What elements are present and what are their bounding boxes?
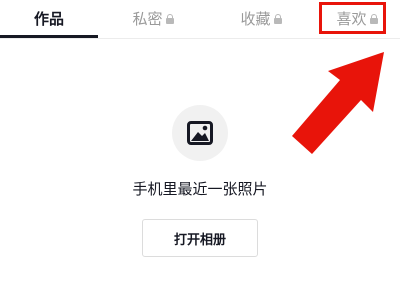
empty-state-message: 手机里最近一张照片 (132, 180, 268, 198)
photo-icon-circle (172, 105, 228, 161)
image-icon (187, 121, 213, 145)
open-album-button[interactable]: 打开相册 (142, 219, 258, 257)
